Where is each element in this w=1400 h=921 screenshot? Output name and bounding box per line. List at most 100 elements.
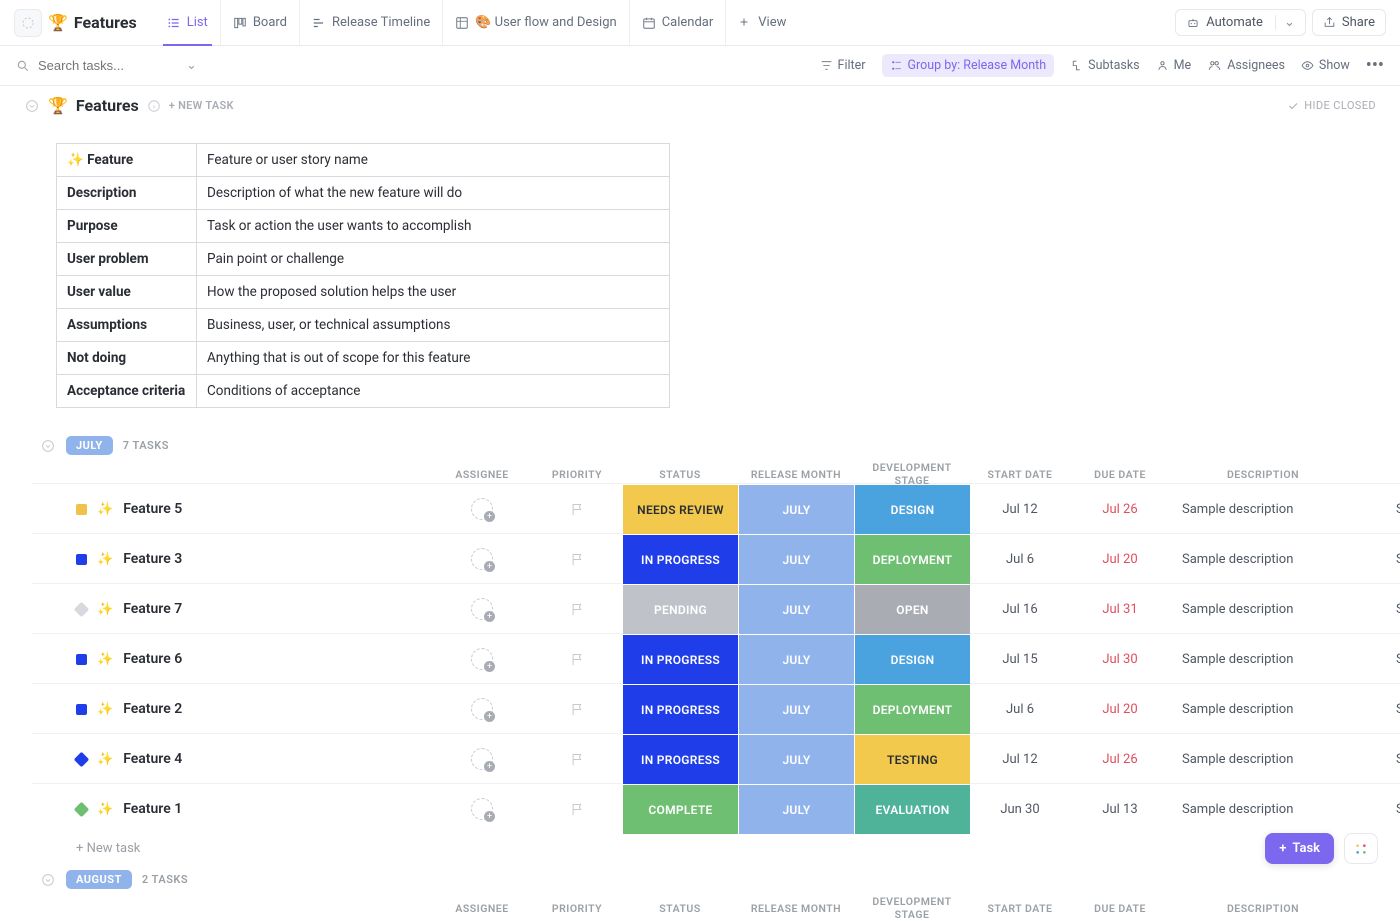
dev-stage-cell[interactable]: DEPLOYMENT <box>854 534 970 584</box>
new-task-inline[interactable]: + NEW TASK <box>169 99 234 112</box>
start-date[interactable]: Jul 6 <box>970 552 1070 567</box>
description-cell[interactable]: Sample description <box>1170 502 1356 517</box>
info-icon[interactable] <box>147 99 161 113</box>
column-header[interactable]: PRIORITY <box>532 902 622 915</box>
due-date[interactable]: Jul 20 <box>1070 552 1170 567</box>
task-name[interactable]: Feature 7 <box>123 601 182 617</box>
assignee-add[interactable] <box>471 498 493 520</box>
assignee-add[interactable] <box>471 648 493 670</box>
due-date[interactable]: Jul 20 <box>1070 702 1170 717</box>
dev-stage-cell[interactable]: DESIGN <box>854 484 970 534</box>
more-menu[interactable]: ••• <box>1366 55 1384 76</box>
purpose-cell[interactable]: Sample purpose <box>1356 702 1400 717</box>
status-cell[interactable]: COMPLETE <box>622 784 738 834</box>
tab-view[interactable]: View <box>725 0 798 45</box>
tab-list[interactable]: List <box>155 0 220 45</box>
dev-stage-cell[interactable]: DEPLOYMENT <box>854 684 970 734</box>
task-row[interactable]: ✨ Feature 4 IN PROGRESS JULY TESTING Jul… <box>32 733 1400 783</box>
purpose-cell[interactable]: Sample purpose <box>1356 652 1400 667</box>
column-header[interactable]: DESCRIPTION <box>1170 902 1356 915</box>
column-header[interactable]: START DATE <box>970 468 1070 481</box>
release-month-cell[interactable]: JULY <box>738 734 854 784</box>
column-header[interactable]: STATUS <box>622 468 738 481</box>
priority-flag[interactable] <box>532 652 622 667</box>
status-cell[interactable]: IN PROGRESS <box>622 634 738 684</box>
dev-stage-cell[interactable]: OPEN <box>854 584 970 634</box>
chevron-down-icon[interactable]: ⌄ <box>1275 15 1295 30</box>
column-header[interactable]: ASSIGNEE <box>432 902 532 915</box>
assignee-add[interactable] <box>471 598 493 620</box>
collapse-section-icon[interactable] <box>24 98 40 114</box>
purpose-cell[interactable]: Sample purpose <box>1356 502 1400 517</box>
chevron-down-icon[interactable]: ⌄ <box>186 58 197 73</box>
due-date[interactable]: Jul 30 <box>1070 652 1170 667</box>
due-date[interactable]: Jul 31 <box>1070 602 1170 617</box>
task-name[interactable]: Feature 3 <box>123 551 182 567</box>
fab-apps[interactable] <box>1344 833 1378 864</box>
collapse-group-icon[interactable] <box>40 872 56 888</box>
status-cell[interactable]: IN PROGRESS <box>622 534 738 584</box>
assignees-button[interactable]: Assignees <box>1207 58 1285 73</box>
automate-button[interactable]: Automate ⌄ <box>1175 9 1306 36</box>
tab-calendar[interactable]: Calendar <box>629 0 726 45</box>
task-name[interactable]: Feature 1 <box>123 801 182 817</box>
task-row[interactable]: ✨ Feature 2 IN PROGRESS JULY DEPLOYMENT … <box>32 683 1400 733</box>
due-date[interactable]: Jul 13 <box>1070 802 1170 817</box>
column-header[interactable]: DEVELOPMENT STAGE <box>854 895 970 921</box>
column-header[interactable]: PURPOSE <box>1356 902 1400 915</box>
priority-flag[interactable] <box>532 552 622 567</box>
purpose-cell[interactable]: Sample purpose <box>1356 752 1400 767</box>
start-date[interactable]: Jul 6 <box>970 702 1070 717</box>
column-header[interactable]: PURPOSE <box>1356 468 1400 481</box>
tab--user-flow-and-design[interactable]: 🎨 User flow and Design <box>442 0 628 45</box>
show-button[interactable]: Show <box>1301 58 1350 73</box>
description-cell[interactable]: Sample description <box>1170 752 1356 767</box>
start-date[interactable]: Jul 12 <box>970 752 1070 767</box>
release-month-cell[interactable]: JULY <box>738 534 854 584</box>
due-date[interactable]: Jul 26 <box>1070 502 1170 517</box>
task-row[interactable]: ✨ Feature 3 IN PROGRESS JULY DEPLOYMENT … <box>32 533 1400 583</box>
assignee-add[interactable] <box>471 798 493 820</box>
column-header[interactable]: RELEASE MONTH <box>738 902 854 915</box>
column-header[interactable]: PRIORITY <box>532 468 622 481</box>
purpose-cell[interactable]: Sample purpose <box>1356 602 1400 617</box>
release-month-cell[interactable]: JULY <box>738 784 854 834</box>
start-date[interactable]: Jul 12 <box>970 502 1070 517</box>
column-header[interactable]: RELEASE MONTH <box>738 468 854 481</box>
collapse-group-icon[interactable] <box>40 438 56 454</box>
dev-stage-cell[interactable]: DESIGN <box>854 634 970 684</box>
tab-release-timeline[interactable]: Release Timeline <box>299 0 442 45</box>
grip-handle[interactable] <box>14 9 42 37</box>
description-cell[interactable]: Sample description <box>1170 602 1356 617</box>
column-header[interactable]: DESCRIPTION <box>1170 468 1356 481</box>
group-by-button[interactable]: Group by: Release Month <box>882 54 1055 77</box>
group-pill[interactable]: AUGUST <box>66 870 132 889</box>
priority-flag[interactable] <box>532 702 622 717</box>
start-date[interactable]: Jun 30 <box>970 802 1070 817</box>
task-name[interactable]: Feature 5 <box>123 501 182 517</box>
column-header[interactable]: START DATE <box>970 902 1070 915</box>
me-button[interactable]: Me <box>1156 58 1192 73</box>
description-cell[interactable]: Sample description <box>1170 552 1356 567</box>
start-date[interactable]: Jul 16 <box>970 602 1070 617</box>
dev-stage-cell[interactable]: TESTING <box>854 734 970 784</box>
task-name[interactable]: Feature 2 <box>123 701 182 717</box>
purpose-cell[interactable]: Sample purpose <box>1356 802 1400 817</box>
search-input[interactable] <box>38 58 178 73</box>
group-pill[interactable]: JULY <box>66 436 113 455</box>
column-header[interactable]: DUE DATE <box>1070 902 1170 915</box>
tab-board[interactable]: Board <box>220 0 299 45</box>
hide-closed-button[interactable]: HIDE CLOSED <box>1287 99 1376 112</box>
purpose-cell[interactable]: Sample purpose <box>1356 552 1400 567</box>
description-cell[interactable]: Sample description <box>1170 652 1356 667</box>
status-cell[interactable]: IN PROGRESS <box>622 684 738 734</box>
fab-new-task[interactable]: + Task <box>1265 833 1334 864</box>
release-month-cell[interactable]: JULY <box>738 484 854 534</box>
subtasks-button[interactable]: Subtasks <box>1070 58 1139 73</box>
column-header[interactable]: STATUS <box>622 902 738 915</box>
assignee-add[interactable] <box>471 698 493 720</box>
new-task-row[interactable]: + New task <box>0 833 1400 870</box>
status-cell[interactable]: PENDING <box>622 584 738 634</box>
release-month-cell[interactable]: JULY <box>738 684 854 734</box>
task-row[interactable]: ✨ Feature 5 NEEDS REVIEW JULY DESIGN Jul… <box>32 483 1400 533</box>
